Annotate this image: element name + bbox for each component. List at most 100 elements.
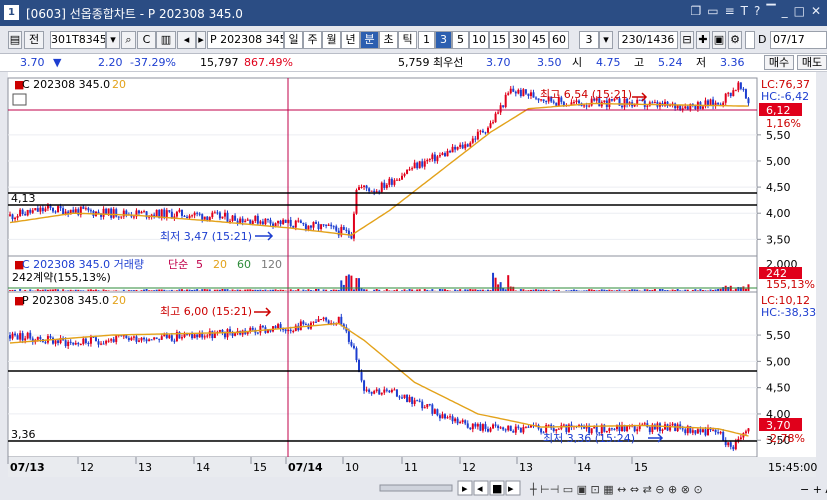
- buy-button[interactable]: 매수: [764, 55, 794, 70]
- candle-body: [648, 427, 651, 433]
- candle-body: [451, 416, 454, 422]
- list-icon[interactable]: ≡: [725, 4, 735, 18]
- volume-bar: [658, 289, 661, 291]
- volume-bar: [469, 289, 472, 291]
- volume-bar: [605, 290, 608, 291]
- candle-body: [555, 102, 558, 106]
- volume-bar: [732, 290, 735, 291]
- volume-bar: [406, 290, 409, 291]
- settings-icon[interactable]: ⚙: [728, 31, 742, 49]
- cross-icon[interactable]: ✚: [696, 31, 710, 49]
- candle-body: [428, 404, 431, 406]
- candle-body: [727, 92, 730, 94]
- candle-body: [34, 208, 37, 211]
- back-icon: ◂: [477, 482, 483, 495]
- candle-body: [400, 175, 403, 180]
- candle-body: [140, 337, 143, 341]
- candle-body: [585, 105, 588, 107]
- period-tab-6[interactable]: 틱: [398, 31, 417, 49]
- volume-bar: [282, 289, 285, 291]
- candle-body: [370, 190, 373, 192]
- option-code-field[interactable]: P 202308 345: [207, 31, 284, 49]
- font-size-icon[interactable]: T: [741, 4, 748, 18]
- candle-body: [127, 337, 130, 341]
- volume-bar: [400, 290, 403, 291]
- candle-body: [666, 424, 669, 431]
- speaker-icon[interactable]: ◂: [177, 31, 196, 49]
- volume-bar: [239, 289, 242, 291]
- candle-body: [335, 226, 338, 231]
- candle-body: [261, 221, 264, 225]
- code-input[interactable]: 301T8345: [50, 31, 106, 49]
- candle-body: [732, 90, 735, 97]
- period-tab-1[interactable]: 주: [303, 31, 322, 49]
- minute-tab-10[interactable]: 10: [469, 31, 489, 49]
- range-field[interactable]: 230/1436: [618, 31, 678, 49]
- minute-tab-45[interactable]: 45: [529, 31, 549, 49]
- chart-area[interactable]: 3,504,004,505,005,503,504,004,505,005,50…: [0, 72, 827, 500]
- maximize-icon[interactable]: □: [794, 4, 805, 18]
- minute-tab-3[interactable]: 3: [435, 31, 452, 49]
- candle-body: [284, 329, 287, 332]
- link-icon[interactable]: C: [137, 31, 156, 49]
- candle-body: [747, 428, 750, 432]
- minimize-icon[interactable]: _: [782, 4, 788, 18]
- xtick-label-7: 11: [404, 461, 418, 474]
- candle-body: [51, 207, 54, 212]
- chevron-down-icon[interactable]: ▾: [106, 31, 120, 49]
- candle-body: [74, 343, 77, 345]
- candle-body: [79, 344, 82, 346]
- list-icon[interactable]: ▥: [156, 31, 176, 49]
- candle-body: [699, 429, 702, 433]
- sell-button[interactable]: 매도: [797, 55, 827, 70]
- volume-bar: [481, 289, 484, 291]
- help-icon[interactable]: ?: [754, 4, 760, 18]
- window-restore-icon[interactable]: ❐: [690, 4, 701, 18]
- candle-body: [684, 106, 687, 109]
- candle-body: [234, 215, 237, 221]
- period-tab-0[interactable]: 일: [284, 31, 303, 49]
- candle-body: [14, 217, 17, 220]
- jeon-button[interactable]: 전: [24, 31, 44, 49]
- candle-body: [178, 209, 181, 212]
- minute-tab-1[interactable]: 1: [418, 31, 435, 49]
- volume-bar: [411, 289, 414, 291]
- minute-tab-5[interactable]: 5: [452, 31, 469, 49]
- minute-tab-15[interactable]: 15: [489, 31, 509, 49]
- volume-bar: [438, 288, 441, 291]
- pin-icon[interactable]: ▔: [766, 4, 775, 18]
- period-tab-2[interactable]: 월: [322, 31, 341, 49]
- minute-tab-60[interactable]: 60: [549, 31, 569, 49]
- count-select[interactable]: 3: [579, 31, 599, 49]
- candle-body: [292, 330, 295, 332]
- checkbox[interactable]: [745, 31, 755, 49]
- panel3-name: P 202308 345.0: [22, 294, 109, 307]
- save-icon[interactable]: ▣: [712, 31, 726, 49]
- candle-body: [739, 82, 742, 89]
- chevron-down-icon[interactable]: ▾: [599, 31, 613, 49]
- period-tab-5[interactable]: 초: [379, 31, 398, 49]
- candle-body: [355, 348, 358, 361]
- close-icon[interactable]: ✕: [811, 4, 821, 18]
- candle-body: [509, 425, 512, 431]
- volume-bar: [709, 289, 712, 291]
- zoom-out-icon[interactable]: ⊟: [680, 31, 694, 49]
- menu-icon[interactable]: ▤: [8, 31, 22, 49]
- chevron-right-icon[interactable]: ▸: [196, 31, 206, 49]
- candle-body: [532, 92, 535, 98]
- search-icon[interactable]: ⌕: [121, 31, 136, 49]
- candle-body: [256, 215, 259, 224]
- period-tab-4[interactable]: 분: [360, 31, 379, 49]
- candle-body: [492, 424, 495, 429]
- candle-body: [471, 423, 474, 430]
- volume-bar: [661, 289, 664, 291]
- volume-bar: [595, 290, 598, 291]
- minute-tab-30[interactable]: 30: [509, 31, 529, 49]
- candle-body: [519, 89, 522, 97]
- period-tab-3[interactable]: 년: [341, 31, 360, 49]
- volume-bar: [297, 289, 300, 291]
- candle-body: [19, 333, 22, 340]
- date-field[interactable]: 07/17: [770, 31, 827, 49]
- candle-body: [413, 162, 416, 169]
- window-minimize-icon[interactable]: ▭: [707, 4, 718, 18]
